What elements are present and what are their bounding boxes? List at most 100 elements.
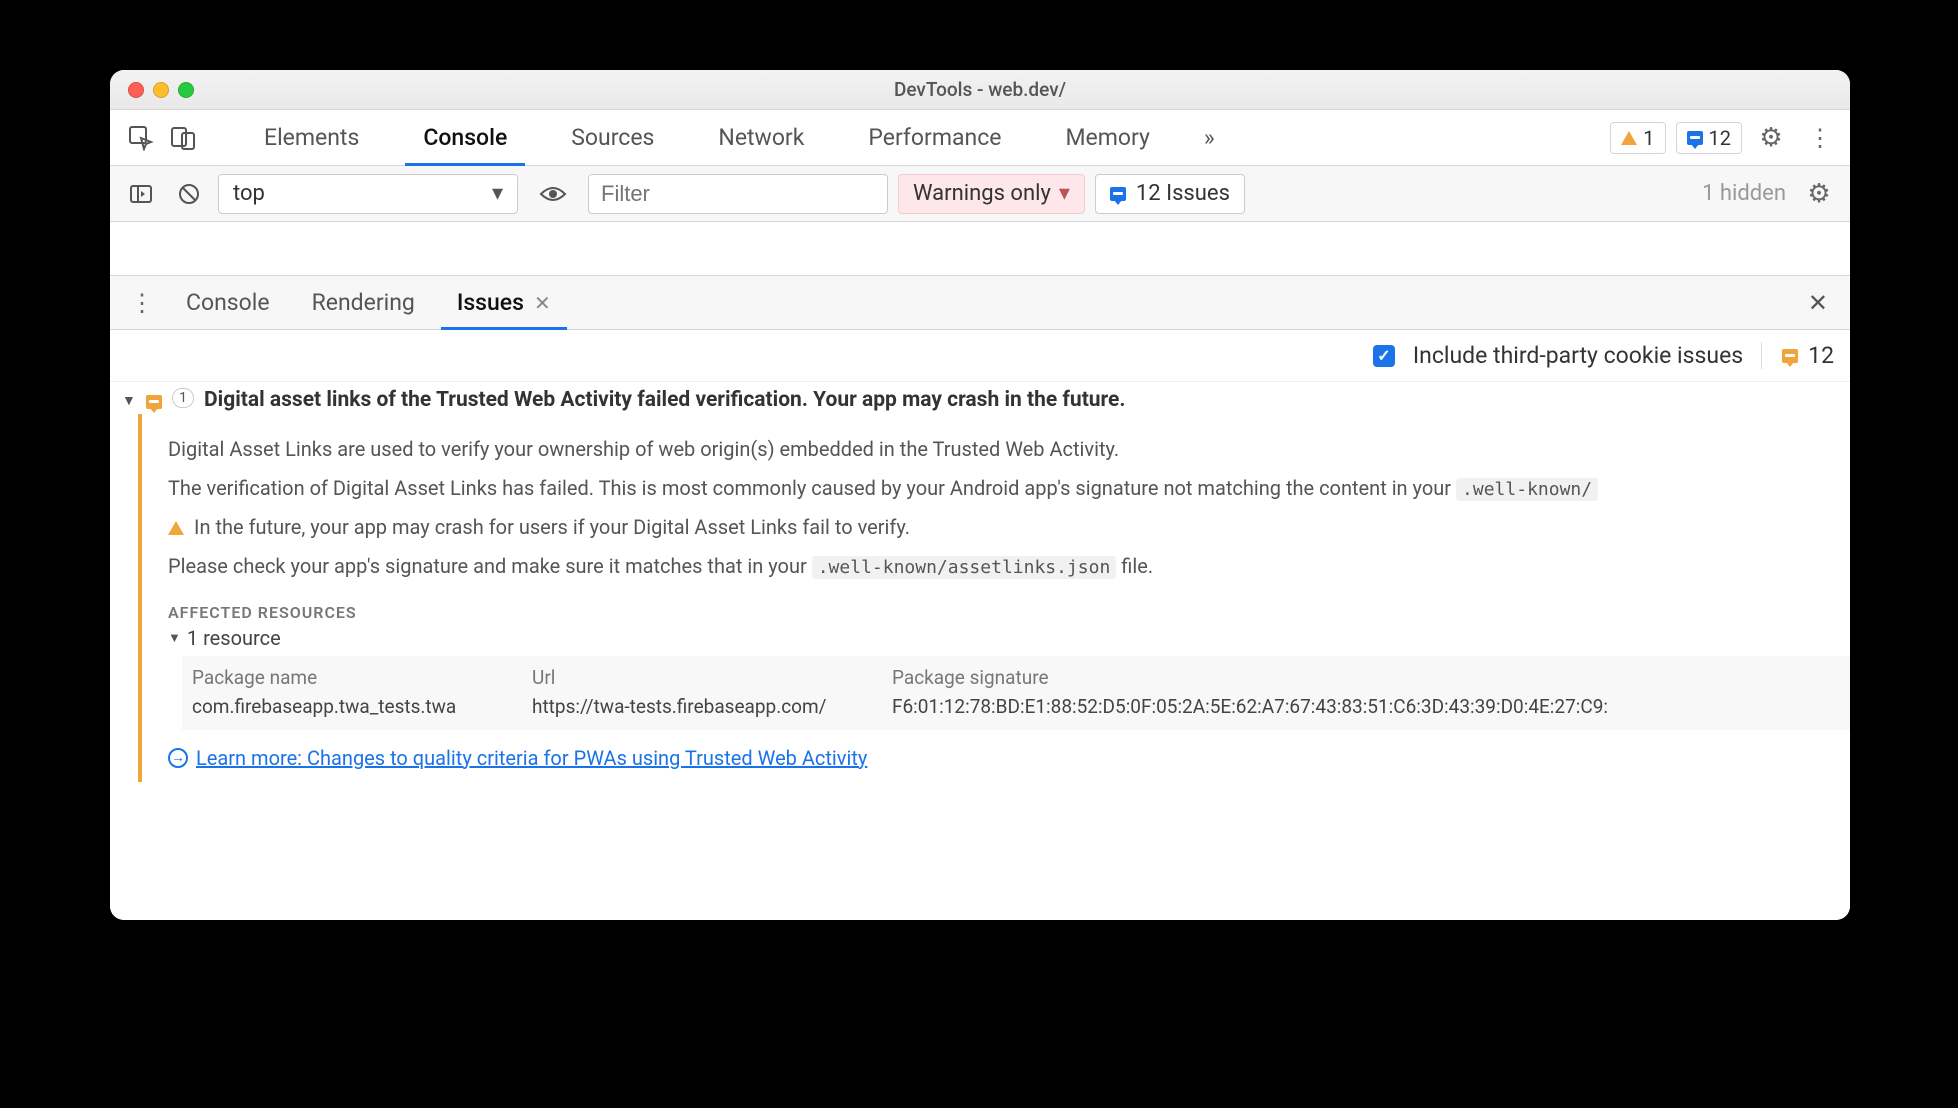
filter-input[interactable]	[588, 174, 888, 214]
more-menu-button[interactable]: ⋮	[1800, 119, 1838, 157]
code-path: .well-known/	[1456, 478, 1598, 501]
total-issues-value: 12	[1808, 342, 1834, 369]
clear-console-button[interactable]	[170, 175, 208, 213]
chevron-right-icon: »	[1204, 124, 1215, 151]
issue-paragraph: Digital Asset Links are used to verify y…	[168, 436, 1850, 463]
tab-network[interactable]: Network	[700, 110, 822, 165]
settings-button[interactable]: ⚙	[1752, 119, 1790, 157]
kebab-icon: ⋮	[130, 289, 152, 317]
issue-text: The verification of Digital Asset Links …	[168, 476, 1456, 500]
issue-title: Digital asset links of the Trusted Web A…	[204, 388, 1126, 412]
issue-details: Digital Asset Links are used to verify y…	[138, 414, 1850, 782]
window-controls	[110, 82, 194, 98]
issue-header-row[interactable]: ▼ 1 Digital asset links of the Trusted W…	[122, 382, 1850, 414]
tab-performance[interactable]: Performance	[850, 110, 1019, 165]
drawer-tab-rendering[interactable]: Rendering	[296, 276, 431, 329]
context-value: top	[233, 181, 265, 206]
cell-url: https://twa-tests.firebaseapp.com/	[532, 693, 892, 720]
warning-message-icon	[146, 395, 162, 409]
resource-summary-label: 1 resource	[187, 626, 281, 650]
message-icon	[1687, 131, 1703, 145]
resource-summary-row[interactable]: ▼ 1 resource	[168, 626, 1850, 650]
minimize-window-button[interactable]	[153, 82, 169, 98]
tab-label: Sources	[571, 124, 654, 151]
tab-console[interactable]: Console	[405, 110, 525, 165]
learn-more-row: → Learn more: Changes to quality criteri…	[168, 746, 1850, 770]
include-third-party-label: Include third-party cookie issues	[1413, 342, 1743, 369]
drawer-tab-issues[interactable]: Issues ✕	[441, 276, 567, 329]
table-row[interactable]: com.firebaseapp.twa_tests.twa https://tw…	[192, 693, 1840, 720]
main-tabs: Elements Console Sources Network Perform…	[246, 110, 1606, 165]
console-settings-button[interactable]: ⚙	[1800, 175, 1838, 213]
console-toolbar: top ▾ Warnings only ▾ 12 Issues 1 hidden…	[110, 166, 1850, 222]
issues-panel: ▼ 1 Digital asset links of the Trusted W…	[110, 382, 1850, 920]
window-title: DevTools - web.dev/	[110, 78, 1850, 101]
close-drawer-button[interactable]: ✕	[1798, 289, 1838, 317]
close-icon: ✕	[1808, 289, 1828, 317]
console-output-area	[110, 222, 1850, 276]
open-issues-button[interactable]: 12 Issues	[1095, 174, 1245, 214]
gear-icon: ⚙	[1807, 179, 1830, 209]
drawer-tabs-row: ⋮ Console Rendering Issues ✕ ✕	[110, 276, 1850, 330]
issue-paragraph: Please check your app's signature and ma…	[168, 553, 1850, 580]
zoom-window-button[interactable]	[178, 82, 194, 98]
message-icon	[1110, 187, 1126, 201]
tab-elements[interactable]: Elements	[246, 110, 377, 165]
tab-label: Issues	[457, 289, 524, 316]
chevron-down-icon: ▾	[1059, 181, 1070, 206]
col-header-signature: Package signature	[892, 662, 1840, 693]
include-third-party-checkbox[interactable]	[1373, 345, 1395, 367]
learn-more-icon: →	[168, 748, 188, 768]
tabs-overflow-button[interactable]: »	[1196, 110, 1223, 165]
inspect-element-icon[interactable]	[122, 119, 160, 157]
affected-resources-tree: ▼ 1 resource Package name Url Package si…	[168, 626, 1850, 730]
issues-badge[interactable]: 12	[1676, 122, 1742, 154]
chevron-down-icon: ▾	[492, 181, 503, 206]
toolbar-right: 1 12 ⚙ ⋮	[1610, 119, 1838, 157]
drawer-tab-console[interactable]: Console	[170, 276, 286, 329]
col-header-package: Package name	[192, 662, 532, 693]
hidden-messages-label[interactable]: 1 hidden	[1702, 181, 1786, 206]
log-level-selector[interactable]: Warnings only ▾	[898, 174, 1085, 214]
toggle-sidebar-button[interactable]	[122, 175, 160, 213]
affected-resources-heading: AFFECTED RESOURCES	[168, 603, 1850, 622]
warnings-badge[interactable]: 1	[1610, 122, 1665, 154]
tab-label: Elements	[264, 124, 359, 151]
issue-text: file.	[1116, 554, 1153, 578]
warning-triangle-icon	[168, 521, 184, 535]
code-path: .well-known/assetlinks.json	[812, 556, 1117, 579]
device-toolbar-icon[interactable]	[164, 119, 202, 157]
learn-more-link[interactable]: Learn more: Changes to quality criteria …	[196, 746, 867, 770]
close-window-button[interactable]	[128, 82, 144, 98]
issues-count: 12	[1709, 126, 1731, 150]
issue-paragraph: The verification of Digital Asset Links …	[168, 475, 1850, 502]
tab-label: Console	[423, 124, 507, 151]
col-header-url: Url	[532, 662, 892, 693]
kebab-icon: ⋮	[1808, 124, 1830, 152]
close-tab-icon[interactable]: ✕	[534, 291, 551, 315]
tab-label: Rendering	[312, 289, 415, 316]
tab-sources[interactable]: Sources	[553, 110, 672, 165]
main-tabs-row: Elements Console Sources Network Perform…	[110, 110, 1850, 166]
gear-icon: ⚙	[1759, 123, 1782, 153]
total-issues-count: 12	[1761, 342, 1834, 369]
disclosure-triangle-icon[interactable]: ▼	[168, 630, 181, 646]
drawer-more-button[interactable]: ⋮	[122, 284, 160, 322]
warning-triangle-icon	[1621, 131, 1637, 145]
title-bar: DevTools - web.dev/	[110, 70, 1850, 110]
issues-options-bar: Include third-party cookie issues 12	[110, 330, 1850, 382]
devtools-window: DevTools - web.dev/ Elements Console Sou…	[110, 70, 1850, 920]
table-header-row: Package name Url Package signature	[192, 662, 1840, 693]
tab-label: Performance	[868, 124, 1001, 151]
live-expression-button[interactable]	[534, 175, 572, 213]
tab-label: Network	[718, 124, 804, 151]
warning-message-icon	[1782, 349, 1798, 363]
cell-signature: F6:01:12:78:BD:E1:88:52:D5:0F:05:2A:5E:6…	[892, 693, 1840, 720]
tab-label: Memory	[1065, 124, 1149, 151]
resources-table: Package name Url Package signature com.f…	[182, 656, 1850, 730]
issue-text: In the future, your app may crash for us…	[194, 514, 910, 541]
context-selector[interactable]: top ▾	[218, 174, 518, 214]
warnings-count: 1	[1643, 126, 1654, 150]
disclosure-triangle-icon[interactable]: ▼	[122, 388, 136, 409]
tab-memory[interactable]: Memory	[1047, 110, 1167, 165]
